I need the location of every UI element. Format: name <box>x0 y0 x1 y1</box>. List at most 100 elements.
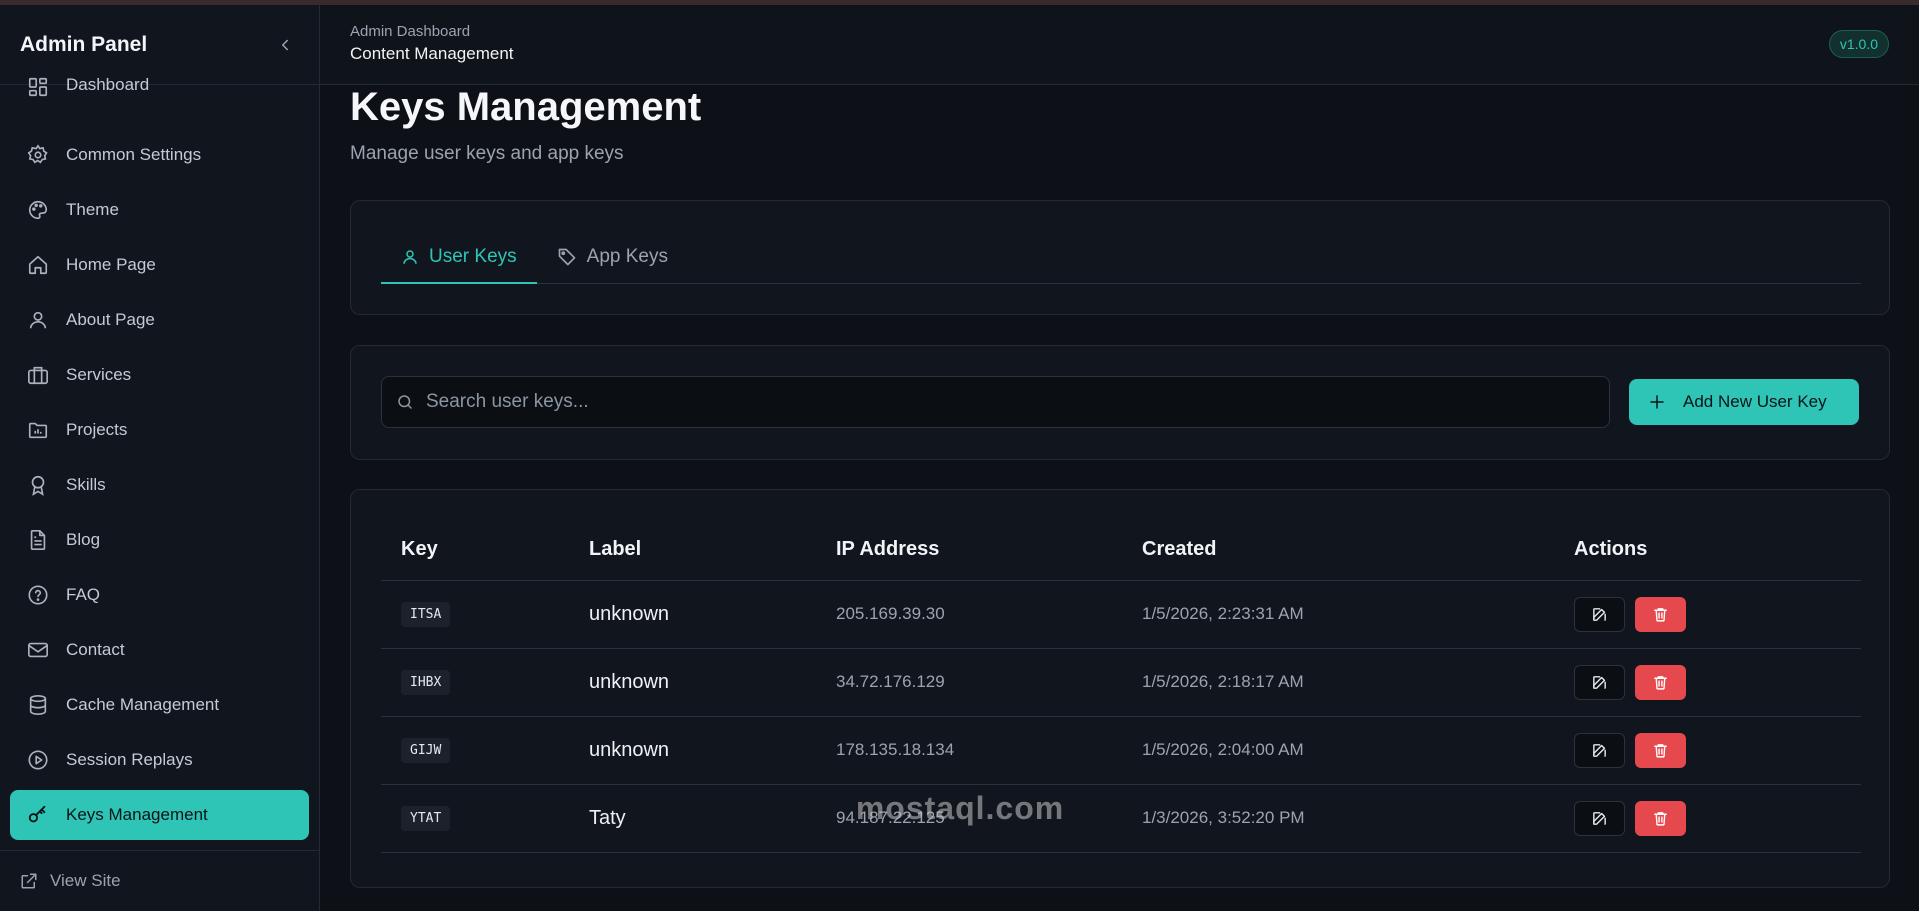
sidebar-item-services[interactable]: Services <box>10 350 309 400</box>
column-header-ip-address: IP Address <box>816 520 1122 581</box>
user-icon <box>401 248 419 266</box>
label-cell: unknown <box>569 648 816 717</box>
sidebar-item-about-page[interactable]: About Page <box>10 295 309 345</box>
created-cell: 1/5/2026, 2:23:31 AM <box>1122 580 1554 649</box>
edit-button[interactable] <box>1574 596 1625 632</box>
created-cell: 1/5/2026, 2:04:00 AM <box>1122 716 1554 785</box>
tab-label: User Keys <box>429 245 517 267</box>
help-circle-icon <box>26 583 50 607</box>
document-icon <box>26 528 50 552</box>
table-row: YTAT Taty 94.187.22.125 1/3/2026, 3:52:2… <box>381 784 1861 853</box>
sidebar-item-label: Home Page <box>66 255 156 274</box>
home-icon <box>26 253 50 277</box>
edit-button[interactable] <box>1574 800 1625 836</box>
view-site-link[interactable]: View Site <box>0 850 319 911</box>
table-row: GIJW unknown 178.135.18.134 1/5/2026, 2:… <box>381 716 1861 785</box>
label-cell: unknown <box>569 716 816 785</box>
sidebar-item-label: Theme <box>66 200 119 219</box>
ip-cell: 178.135.18.134 <box>816 716 1122 785</box>
keys-table: Key Label IP Address Created Actions ITS… <box>381 520 1861 853</box>
column-header-created: Created <box>1122 520 1554 581</box>
app-title: Admin Panel <box>20 32 148 56</box>
trash-icon <box>1654 607 1667 622</box>
gear-icon <box>26 143 50 167</box>
edit-icon <box>1593 743 1606 757</box>
sidebar-item-projects[interactable]: Projects <box>10 405 309 455</box>
add-new-user-key-button[interactable]: Add New User Key <box>1629 379 1859 425</box>
sidebar-item-session-replays[interactable]: Session Replays <box>10 735 309 785</box>
key-code: GIJW <box>401 737 451 763</box>
sidebar-item-keys-management[interactable]: Keys Management <box>10 790 309 840</box>
key-cell: IHBX <box>381 648 569 717</box>
sidebar-nav: Dashboard Common Settings Theme Home Pag… <box>10 75 309 845</box>
sidebar-item-faq[interactable]: FAQ <box>10 570 309 620</box>
tab-bar: User Keys App Keys <box>381 231 1861 284</box>
sidebar-item-home-page[interactable]: Home Page <box>10 240 309 290</box>
created-cell: 1/5/2026, 2:18:17 AM <box>1122 648 1554 717</box>
tab-app-keys[interactable]: App Keys <box>537 231 688 283</box>
search-icon <box>396 393 414 411</box>
column-header-label: Label <box>569 520 816 581</box>
sidebar-item-cache-management[interactable]: Cache Management <box>10 680 309 730</box>
sidebar-item-label: Cache Management <box>66 695 220 714</box>
top-header: Admin Dashboard Content Management v1.0.… <box>320 5 1919 85</box>
sidebar-item-blog[interactable]: Blog <box>10 515 309 565</box>
play-circle-icon <box>26 748 50 772</box>
sidebar-item-label: Keys Management <box>66 805 208 824</box>
search-input[interactable] <box>426 391 1606 413</box>
edit-button[interactable] <box>1574 732 1625 768</box>
search-card: Add New User Key <box>350 345 1890 460</box>
tabs-card: User Keys App Keys <box>350 200 1890 315</box>
sidebar-item-dashboard[interactable]: Dashboard <box>10 75 309 105</box>
page-subtitle: Manage user keys and app keys <box>350 143 624 164</box>
tab-user-keys[interactable]: User Keys <box>381 231 537 284</box>
sidebar-item-contact[interactable]: Contact <box>10 625 309 675</box>
delete-button[interactable] <box>1635 800 1686 836</box>
column-header-actions: Actions <box>1554 520 1861 581</box>
edit-button[interactable] <box>1574 664 1625 700</box>
sidebar-item-label: Contact <box>66 640 125 659</box>
key-cell: GIJW <box>381 716 569 785</box>
actions-cell <box>1554 716 1861 785</box>
briefcase-icon <box>26 363 50 387</box>
actions-cell <box>1554 784 1861 853</box>
search-box[interactable] <box>381 376 1610 428</box>
column-header-key: Key <box>381 520 569 581</box>
sidebar-item-label: Services <box>66 365 132 384</box>
created-cell: 1/3/2026, 3:52:20 PM <box>1122 784 1554 853</box>
sidebar-item-label: Session Replays <box>66 750 193 769</box>
sidebar-item-label: FAQ <box>66 585 101 604</box>
external-link-icon <box>20 872 38 890</box>
sidebar-header: Admin Panel <box>0 5 319 85</box>
trash-icon <box>1654 743 1667 758</box>
key-icon <box>26 803 50 827</box>
dashboard-icon <box>26 75 50 99</box>
ip-cell: 94.187.22.125 <box>816 784 1122 853</box>
tag-icon <box>557 247 577 267</box>
sidebar-item-label: About Page <box>66 310 155 329</box>
add-button-label: Add New User Key <box>1683 392 1827 411</box>
tab-label: App Keys <box>586 246 668 267</box>
trash-icon <box>1654 675 1667 690</box>
actions-cell <box>1554 580 1861 649</box>
sidebar-item-skills[interactable]: Skills <box>10 460 309 510</box>
key-code: YTAT <box>401 805 451 831</box>
view-site-label: View Site <box>50 871 121 890</box>
mail-icon <box>26 638 50 662</box>
database-icon <box>26 693 50 717</box>
key-code: IHBX <box>401 669 451 695</box>
table-row: ITSA unknown 205.169.39.30 1/5/2026, 2:2… <box>381 580 1861 649</box>
breadcrumb: Admin Dashboard <box>350 23 471 40</box>
delete-button[interactable] <box>1635 596 1686 632</box>
key-code: ITSA <box>401 601 451 627</box>
user-icon <box>26 308 50 332</box>
delete-button[interactable] <box>1635 732 1686 768</box>
delete-button[interactable] <box>1635 664 1686 700</box>
actions-cell <box>1554 648 1861 717</box>
chevron-left-icon <box>282 39 288 50</box>
sidebar-item-common-settings[interactable]: Common Settings <box>10 130 309 180</box>
edit-icon <box>1593 675 1606 689</box>
sidebar-item-label: Skills <box>66 475 106 494</box>
collapse-sidebar-button[interactable] <box>271 31 299 59</box>
sidebar-item-theme[interactable]: Theme <box>10 185 309 235</box>
